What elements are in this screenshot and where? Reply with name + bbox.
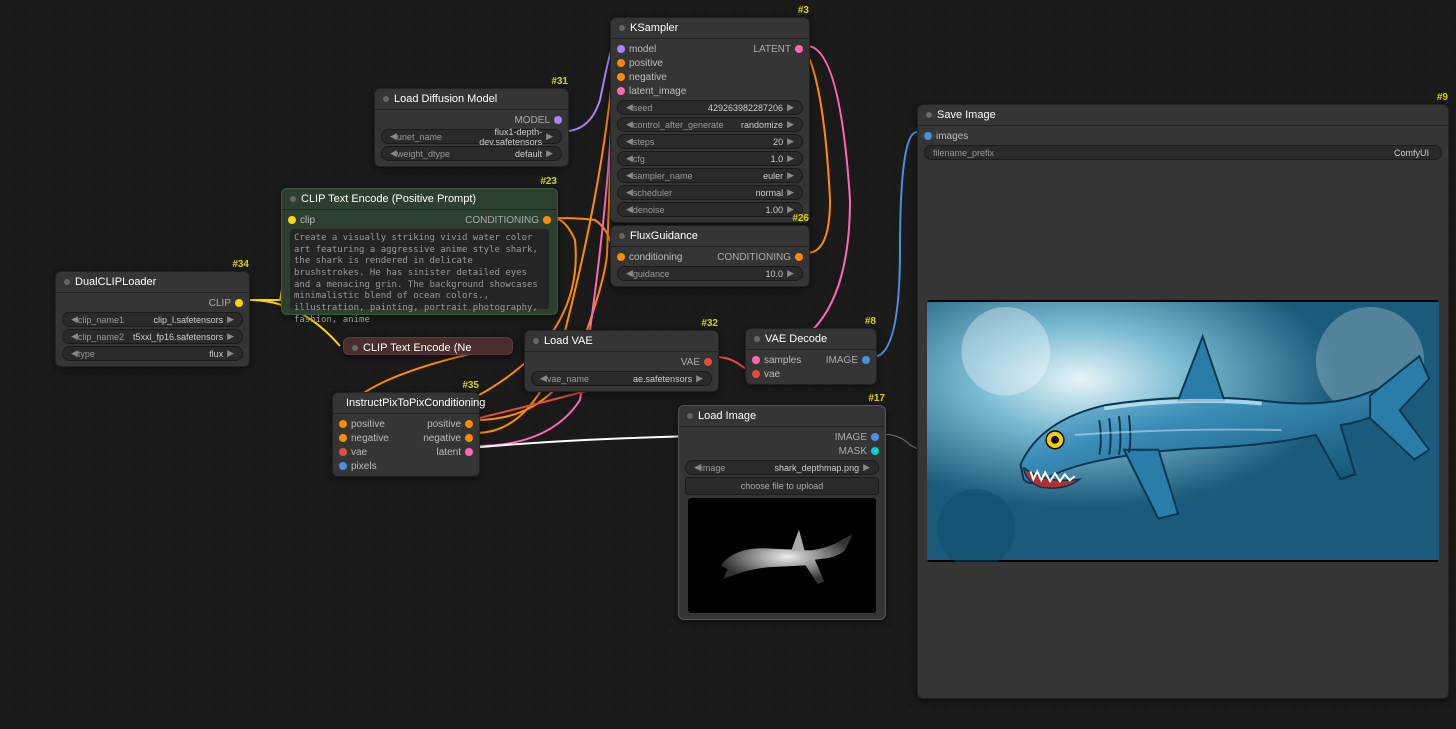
depthmap-preview: [688, 498, 876, 613]
node-clip-text-encode-positive[interactable]: #23 CLIP Text Encode (Positive Prompt) c…: [281, 188, 558, 315]
node-dualcliploader[interactable]: #34 DualCLIPLoader CLIP ◀clip_name1clip_…: [55, 271, 250, 367]
widget-image[interactable]: ◀imageshark_depthmap.png▶: [685, 460, 879, 475]
widget-scheduler[interactable]: ◀schedulernormal▶: [617, 185, 803, 200]
node-clip-text-encode-negative[interactable]: #7 CLIP Text Encode (Ne: [343, 337, 513, 355]
output-preview: [927, 300, 1439, 562]
node-flux-guidance[interactable]: #26 FluxGuidance conditioningCONDITIONIN…: [610, 225, 810, 287]
node-instruct-pix2pix-conditioning[interactable]: #35 InstructPixToPixConditioning positiv…: [332, 392, 480, 477]
widget-unet-name[interactable]: ◀unet_nameflux1-depth-dev.safetensors▶: [381, 129, 562, 144]
prompt-textarea[interactable]: Create a visually striking vivid water c…: [290, 229, 549, 309]
widget-denoise[interactable]: ◀denoise1.00▶: [617, 202, 803, 217]
widget-sampler-name[interactable]: ◀sampler_nameeuler▶: [617, 168, 803, 183]
widget-clip-name2[interactable]: ◀clip_name2t5xxl_fp16.safetensors▶: [62, 329, 243, 344]
widget-steps[interactable]: ◀steps20▶: [617, 134, 803, 149]
widget-filename-prefix[interactable]: filename_prefixComfyUI: [924, 145, 1442, 160]
widget-type[interactable]: ◀typeflux▶: [62, 346, 243, 361]
node-load-diffusion-model[interactable]: #31 Load Diffusion Model MODEL ◀unet_nam…: [374, 88, 569, 167]
widget-clip-name1[interactable]: ◀clip_name1clip_l.safetensors▶: [62, 312, 243, 327]
widget-weight-dtype[interactable]: ◀weight_dtypedefault▶: [381, 146, 562, 161]
node-ksampler[interactable]: #3 KSampler modelLATENT positive negativ…: [610, 17, 810, 223]
widget-cfg[interactable]: ◀cfg1.0▶: [617, 151, 803, 166]
node-vae-decode[interactable]: #8 VAE Decode samplesIMAGE vae: [745, 328, 877, 385]
upload-button[interactable]: choose file to upload: [685, 477, 879, 495]
widget-vae-name[interactable]: ◀vae_nameae.safetensors▶: [531, 371, 712, 386]
widget-control-after-generate[interactable]: ◀control_after_generaterandomize▶: [617, 117, 803, 132]
widget-seed[interactable]: ◀seed429263982287206▶: [617, 100, 803, 115]
node-load-vae[interactable]: #32 Load VAE VAE ◀vae_nameae.safetensors…: [524, 330, 719, 392]
widget-guidance[interactable]: ◀guidance10.0▶: [617, 266, 803, 281]
node-load-image[interactable]: #17 Load Image IMAGE MASK ◀imageshark_de…: [678, 405, 886, 620]
node-save-image[interactable]: #9 Save Image images filename_prefixComf…: [917, 104, 1449, 699]
